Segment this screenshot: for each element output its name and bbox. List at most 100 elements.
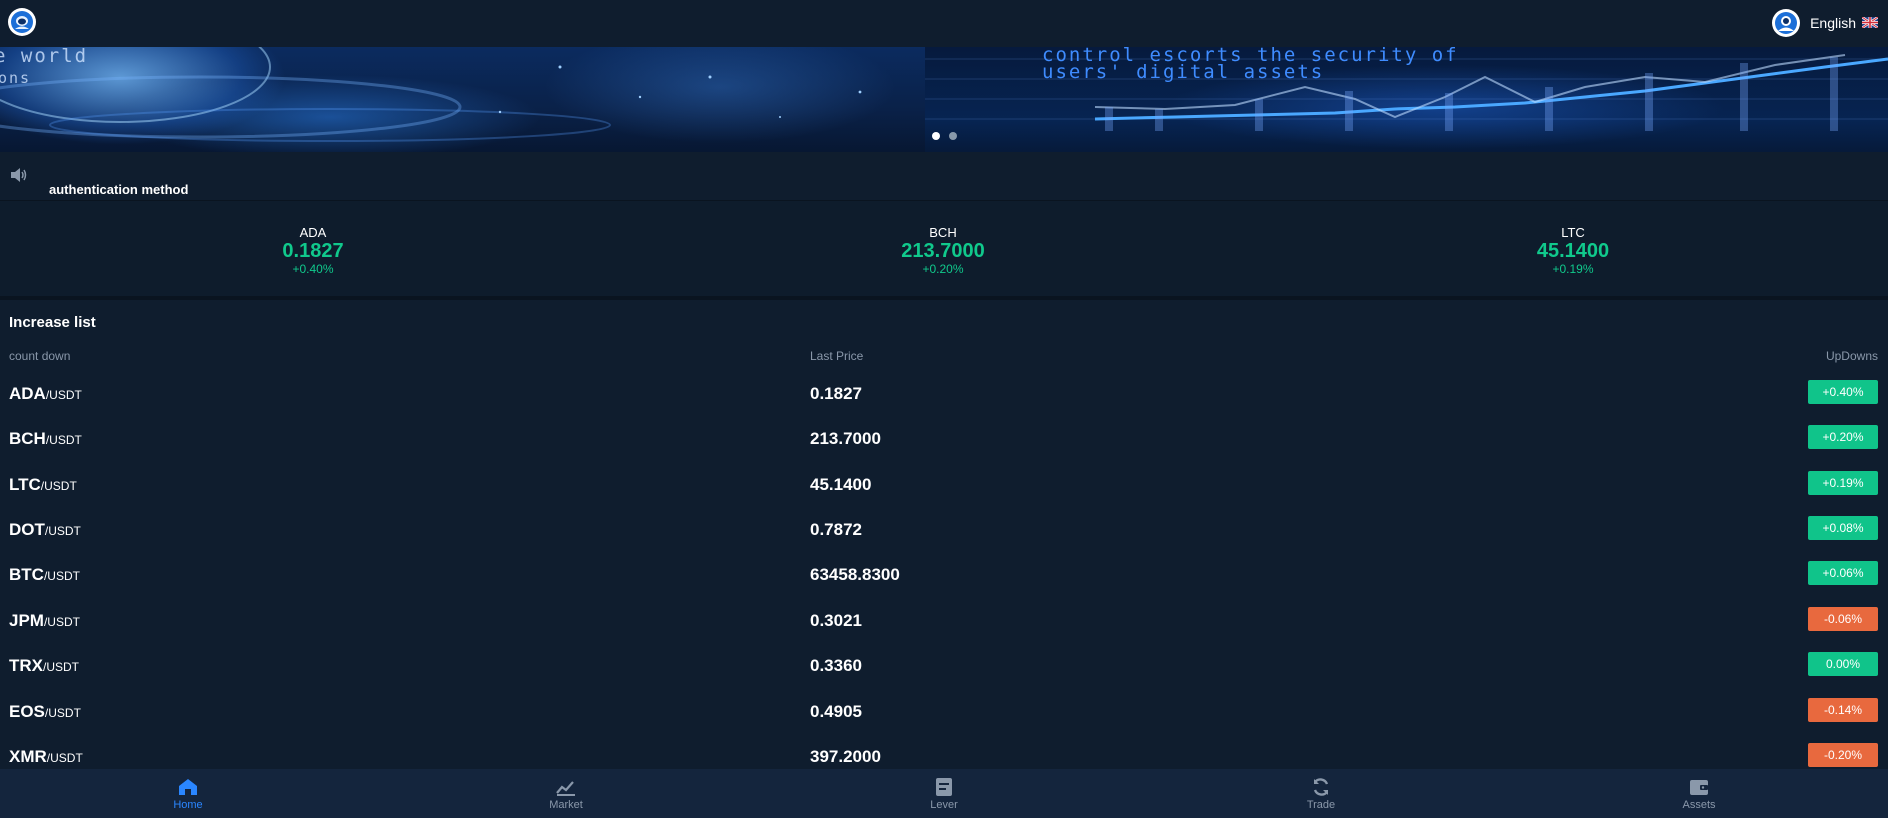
list-row-trx[interactable]: TRX/USDT 0.3360 0.00% <box>0 644 1888 689</box>
last-price: 397.2000 <box>810 747 881 766</box>
pair-base: BTC <box>9 565 44 584</box>
pair-name: BCH/USDT <box>9 429 82 449</box>
increase-list-title: Increase list <box>9 314 96 331</box>
ticker-change: +0.40% <box>292 262 334 276</box>
pair-quote: /USDT <box>43 615 80 629</box>
top-header: English <box>0 0 1888 47</box>
last-price: 45.1400 <box>810 475 872 494</box>
tab-label: Assets <box>1682 799 1716 811</box>
column-header-name: count down <box>9 349 71 363</box>
pair-name: LTC/USDT <box>9 475 77 495</box>
list-row-jpm[interactable]: JPM/USDT 0.3021 -0.06% <box>0 599 1888 644</box>
change-badge[interactable]: +0.08% <box>1808 516 1878 540</box>
ticker-symbol: BCH <box>929 225 957 240</box>
carousel-dot-1[interactable] <box>932 132 940 140</box>
language-label: English <box>1810 15 1856 31</box>
tab-home[interactable]: Home <box>148 775 228 811</box>
pair-name: XMR/USDT <box>9 747 83 767</box>
change-badge[interactable]: +0.19% <box>1808 471 1878 495</box>
trade-icon <box>1281 775 1361 799</box>
market-icon <box>526 775 606 799</box>
list-row-ada[interactable]: ADA/USDT 0.1827 +0.40% <box>0 372 1888 417</box>
last-price: 63458.8300 <box>810 565 900 584</box>
wallet-icon <box>1659 775 1739 799</box>
list-row-eos[interactable]: EOS/USDT 0.4905 -0.14% <box>0 690 1888 735</box>
pair-quote: /USDT <box>40 479 77 493</box>
pair-quote: /USDT <box>43 660 79 674</box>
bottom-tab-bar: Home Market Lever Trade Assets <box>0 769 1888 818</box>
ticker-item-ltc[interactable]: LTC 45.1400 +0.19% <box>1473 225 1673 276</box>
user-avatar-icon[interactable] <box>1772 9 1801 37</box>
list-row-dot[interactable]: DOT/USDT 0.7872 +0.08% <box>0 508 1888 553</box>
speaker-icon <box>10 167 28 188</box>
list-row-ltc[interactable]: LTC/USDT 45.1400 +0.19% <box>0 463 1888 508</box>
home-icon <box>148 775 228 799</box>
ticker-item-ada[interactable]: ADA 0.1827 +0.40% <box>213 225 413 276</box>
pair-name: BTC/USDT <box>9 565 80 585</box>
tab-label: Home <box>173 799 203 811</box>
banner-text-left-1: e world <box>0 47 89 67</box>
announcement-text[interactable]: authentication method <box>49 182 188 197</box>
list-row-btc[interactable]: BTC/USDT 63458.8300 +0.06% <box>0 553 1888 598</box>
pair-quote: /USDT <box>44 706 81 720</box>
last-price: 0.7872 <box>810 520 862 539</box>
pair-name: ADA/USDT <box>9 384 82 404</box>
ticker-item-bch[interactable]: BCH 213.7000 +0.20% <box>843 225 1043 276</box>
earth-graphic <box>0 47 862 142</box>
pair-name: DOT/USDT <box>9 520 81 540</box>
uk-flag-icon <box>1861 15 1879 31</box>
last-price: 0.3360 <box>810 656 862 675</box>
tab-label: Market <box>549 799 583 811</box>
banner-text-left-2: ons <box>0 69 32 87</box>
banner-slide-earth: e world ons <box>0 47 925 152</box>
tab-market[interactable]: Market <box>526 775 606 811</box>
change-badge[interactable]: -0.06% <box>1808 607 1878 631</box>
astronaut-logo-icon[interactable] <box>8 8 36 36</box>
ticker-symbol: LTC <box>1561 225 1585 240</box>
pair-base: XMR <box>9 747 47 766</box>
last-price: 213.7000 <box>810 429 881 448</box>
pair-base: JPM <box>9 611 44 630</box>
top-coins-ticker: ADA 0.1827 +0.40% BCH 213.7000 +0.20% LT… <box>0 200 1888 300</box>
pair-quote: /USDT <box>45 388 82 402</box>
change-badge[interactable]: +0.40% <box>1808 380 1878 404</box>
last-price: 0.3021 <box>810 611 862 630</box>
pair-name: TRX/USDT <box>9 656 79 676</box>
pair-quote: /USDT <box>43 569 80 583</box>
column-header-change: UpDowns <box>1825 349 1878 363</box>
change-badge[interactable]: -0.14% <box>1808 698 1878 722</box>
ticker-change: +0.19% <box>1552 262 1594 276</box>
tab-label: Trade <box>1306 799 1336 811</box>
tab-lever[interactable]: Lever <box>904 775 984 811</box>
pair-base: LTC <box>9 475 41 494</box>
pair-base: ADA <box>9 384 46 403</box>
carousel-indicators <box>932 132 957 140</box>
last-price: 0.4905 <box>810 702 862 721</box>
pair-quote: /USDT <box>46 751 83 765</box>
pair-base: BCH <box>9 429 46 448</box>
list-row-bch[interactable]: BCH/USDT 213.7000 +0.20% <box>0 417 1888 462</box>
lever-icon <box>904 775 984 799</box>
banner-slide-chart: control escorts the security of users' d… <box>925 47 1888 152</box>
ticker-price: 213.7000 <box>901 240 985 262</box>
pair-name: EOS/USDT <box>9 702 81 722</box>
change-badge[interactable]: 0.00% <box>1808 652 1878 676</box>
language-selector[interactable]: English <box>1810 15 1879 31</box>
carousel-dot-2[interactable] <box>949 132 957 140</box>
last-price: 0.1827 <box>810 384 862 403</box>
change-badge[interactable]: +0.06% <box>1808 561 1878 585</box>
pair-quote: /USDT <box>45 433 82 447</box>
column-header-price: Last Price <box>810 349 864 363</box>
tab-assets[interactable]: Assets <box>1659 775 1739 811</box>
banner-text-right-2: users' digital assets <box>1042 61 1325 83</box>
pair-base: DOT <box>9 520 45 539</box>
pair-base: EOS <box>9 702 45 721</box>
tab-trade[interactable]: Trade <box>1281 775 1361 811</box>
change-badge[interactable]: +0.20% <box>1808 425 1878 449</box>
promo-banner-carousel[interactable]: e world ons control escorts the security… <box>0 47 1888 152</box>
header-actions: English <box>1772 9 1879 37</box>
announcement-bar[interactable] <box>0 152 1888 196</box>
ticker-price: 45.1400 <box>1536 240 1610 262</box>
pair-name: JPM/USDT <box>9 611 80 631</box>
change-badge[interactable]: -0.20% <box>1808 743 1878 767</box>
